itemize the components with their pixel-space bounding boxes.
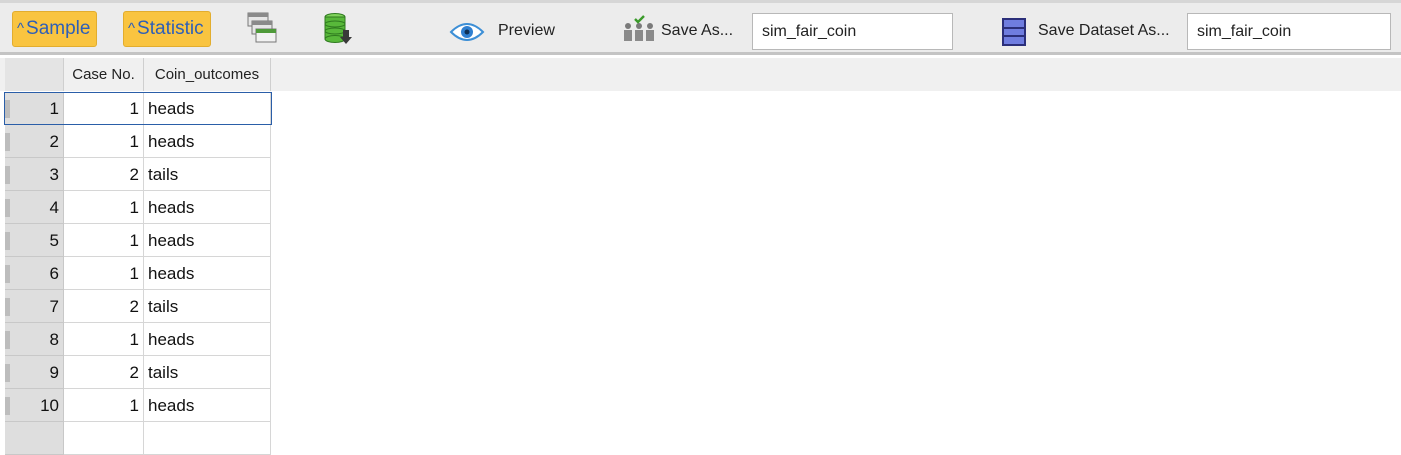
row-header[interactable]: 2	[5, 125, 64, 158]
cell-coin-outcome[interactable]: tails	[144, 356, 271, 389]
row-number: 1	[49, 99, 59, 118]
row-header[interactable]: 3	[5, 158, 64, 191]
table-row[interactable]: 4 1 heads	[0, 191, 272, 224]
cell-coin-outcome[interactable]: heads	[144, 224, 271, 257]
cell-coin-outcome[interactable]: heads	[144, 191, 271, 224]
row-number: 10	[40, 396, 59, 415]
row-header[interactable]: 1	[5, 92, 64, 125]
sample-label: Sample	[26, 18, 91, 39]
column-header-case-no[interactable]: Case No.	[64, 58, 144, 91]
save-dataset-button[interactable]: Save Dataset As...	[1038, 13, 1170, 49]
row-marker	[5, 133, 10, 151]
preview-button[interactable]: Preview	[498, 13, 555, 49]
cell-case-no[interactable]: 1	[64, 125, 144, 158]
row-header[interactable]: 5	[5, 224, 64, 257]
cell-coin-outcome[interactable]: heads	[144, 389, 271, 422]
table-row[interactable]: 6 1 heads	[0, 257, 272, 290]
stacked-windows-icon[interactable]	[246, 11, 278, 50]
cell-case-no[interactable]: 1	[64, 92, 144, 125]
row-header[interactable]: 7	[5, 290, 64, 323]
row-number: 2	[49, 132, 59, 151]
header-corner[interactable]	[5, 58, 64, 91]
table-row[interactable]: 9 2 tails	[0, 356, 272, 389]
save-as-input[interactable]	[752, 13, 953, 50]
cell-case-no[interactable]: 1	[64, 257, 144, 290]
row-number: 3	[49, 165, 59, 184]
row-header[interactable]: 6	[5, 257, 64, 290]
row-marker	[5, 397, 10, 415]
save-dataset-input[interactable]	[1187, 13, 1391, 50]
cell-case-no[interactable]: 1	[64, 224, 144, 257]
table-row[interactable]: 10 1 heads	[0, 389, 272, 422]
row-marker	[5, 298, 10, 316]
database-download-icon[interactable]	[323, 12, 353, 51]
row-marker	[5, 166, 10, 184]
statistic-button[interactable]: ^ Statistic	[123, 11, 211, 47]
table-row[interactable]: 8 1 heads	[0, 323, 272, 356]
sample-button[interactable]: ^ Sample	[12, 11, 98, 47]
cell-case-no	[64, 422, 144, 455]
row-number: 7	[49, 297, 59, 316]
row-header[interactable]: 4	[5, 191, 64, 224]
cell-case-no[interactable]: 1	[64, 389, 144, 422]
table-row[interactable]: 2 1 heads	[0, 125, 272, 158]
cell-case-no[interactable]: 2	[64, 290, 144, 323]
table-row[interactable]: 3 2 tails	[0, 158, 272, 191]
dataset-icon[interactable]	[1002, 18, 1026, 51]
cell-case-no[interactable]: 2	[64, 356, 144, 389]
row-header[interactable]: 10	[5, 389, 64, 422]
cell-coin-outcome[interactable]: heads	[144, 125, 271, 158]
row-number: 8	[49, 330, 59, 349]
row-header	[5, 422, 64, 455]
table-row[interactable]: 5 1 heads	[0, 224, 272, 257]
row-marker	[5, 364, 10, 382]
cell-case-no[interactable]: 1	[64, 323, 144, 356]
row-marker	[5, 265, 10, 283]
cell-coin-outcome[interactable]: heads	[144, 257, 271, 290]
cell-coin-outcome[interactable]: heads	[144, 92, 271, 125]
row-marker	[5, 199, 10, 217]
row-number: 6	[49, 264, 59, 283]
row-number: 4	[49, 198, 59, 217]
row-number: 9	[49, 363, 59, 382]
statistic-label: Statistic	[137, 18, 204, 39]
people-check-icon[interactable]	[621, 15, 657, 50]
row-number: 5	[49, 231, 59, 250]
table-row-partial	[0, 422, 272, 455]
row-header[interactable]: 8	[5, 323, 64, 356]
cell-coin-outcome[interactable]: tails	[144, 290, 271, 323]
eye-icon[interactable]	[449, 20, 485, 49]
row-header[interactable]: 9	[5, 356, 64, 389]
cell-coin-outcome	[144, 422, 271, 455]
toolbar: ^ Sample ^ Statistic Preview Save As... …	[0, 0, 1401, 55]
table-row[interactable]: 7 2 tails	[0, 290, 272, 323]
chevron-up-icon: ^	[128, 20, 136, 37]
cell-case-no[interactable]: 1	[64, 191, 144, 224]
row-marker	[5, 100, 10, 118]
save-as-button[interactable]: Save As...	[661, 13, 733, 49]
cell-case-no[interactable]: 2	[64, 158, 144, 191]
cell-coin-outcome[interactable]: tails	[144, 158, 271, 191]
row-marker	[5, 232, 10, 250]
chevron-up-icon: ^	[17, 20, 25, 37]
table-row[interactable]: 1 1 heads	[0, 92, 272, 125]
cell-coin-outcome[interactable]: heads	[144, 323, 271, 356]
row-marker	[5, 331, 10, 349]
data-grid: Case No. Coin_outcomes 1 1 heads 2 1 heads 3 2 t…	[0, 58, 1401, 455]
column-header-coin-outcomes[interactable]: Coin_outcomes	[144, 58, 271, 91]
